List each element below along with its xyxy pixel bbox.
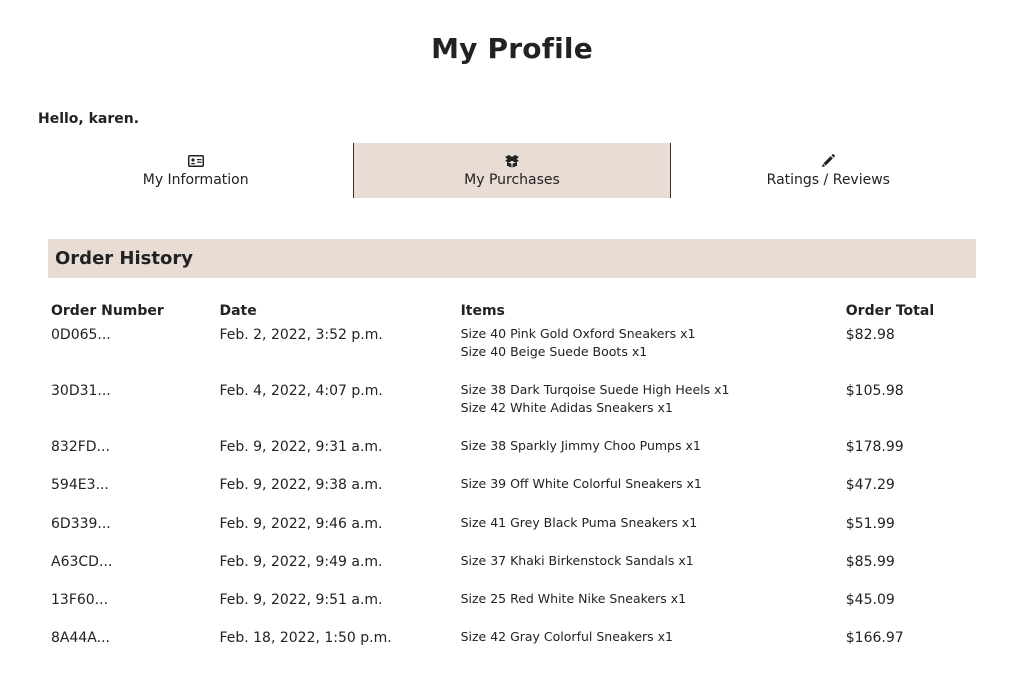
- table-row: 13F60... Feb. 9, 2022, 9:51 a.m. Size 25…: [48, 590, 976, 628]
- order-number-cell: 0D065...: [48, 325, 216, 381]
- order-total: $45.09: [845, 592, 895, 609]
- pencil-icon: [822, 153, 836, 167]
- tab-label: My Purchases: [464, 171, 560, 188]
- order-number-cell: 8A44A...: [48, 628, 216, 666]
- order-item: Size 39 Off White Colorful Sneakers x1: [460, 476, 702, 492]
- order-items-cell: Size 42 Gray Colorful Sneakers x1: [458, 628, 843, 666]
- table-row: 832FD... Feb. 9, 2022, 9:31 a.m. Size 38…: [48, 437, 976, 475]
- order-total-cell: $82.98: [843, 325, 976, 381]
- order-number: 594E3...: [51, 477, 109, 494]
- order-number: A63CD...: [51, 553, 113, 570]
- order-date-cell: Feb. 2, 2022, 3:52 p.m.: [216, 325, 457, 381]
- order-item: Size 38 Dark Turqoise Suede High Heels x…: [460, 382, 730, 397]
- order-date-cell: Feb. 4, 2022, 4:07 p.m.: [216, 381, 457, 437]
- order-total-cell: $178.99: [843, 437, 976, 475]
- order-item: Size 42 White Adidas Sneakers x1: [460, 400, 673, 415]
- tab-label: My Information: [142, 171, 249, 188]
- order-number: 0D065...: [51, 327, 111, 343]
- order-item: Size 42 Gray Colorful Sneakers x1: [460, 629, 674, 645]
- table-row: A63CD... Feb. 9, 2022, 9:49 a.m. Size 37…: [48, 552, 976, 590]
- order-total: $51.99: [845, 515, 895, 532]
- order-date-cell: Feb. 9, 2022, 9:46 a.m.: [216, 514, 457, 552]
- order-date: Feb. 9, 2022, 9:31 a.m.: [219, 439, 383, 455]
- column-header-items: Items: [460, 303, 505, 319]
- order-date: Feb. 9, 2022, 9:51 a.m.: [219, 592, 383, 609]
- order-total-cell: $51.99: [843, 514, 976, 552]
- order-total-cell: $166.97: [843, 628, 976, 666]
- order-history-table: Order Number Date Items Order Total 0D06…: [48, 303, 976, 667]
- tab-my-information[interactable]: My Information: [38, 143, 353, 198]
- order-number: 30D31...: [51, 383, 111, 399]
- order-date: Feb. 9, 2022, 9:38 a.m.: [219, 477, 383, 494]
- order-date-cell: Feb. 9, 2022, 9:38 a.m.: [216, 475, 457, 513]
- order-date-cell: Feb. 18, 2022, 1:50 p.m.: [216, 628, 457, 666]
- order-history-heading: Order History: [48, 239, 976, 278]
- order-total: $178.99: [845, 439, 904, 455]
- order-number-cell: 6D339...: [48, 514, 216, 552]
- order-items-cell: Size 41 Grey Black Puma Sneakers x1: [458, 514, 843, 552]
- order-total: $85.99: [845, 553, 895, 570]
- order-number-cell: A63CD...: [48, 552, 216, 590]
- order-date: Feb. 9, 2022, 9:49 a.m.: [219, 553, 383, 570]
- order-number: 6D339...: [51, 515, 111, 532]
- order-item: Size 38 Sparkly Jimmy Choo Pumps x1: [460, 438, 701, 453]
- order-item: Size 40 Pink Gold Oxford Sneakers x1: [460, 326, 696, 341]
- order-total-cell: $47.29: [843, 475, 976, 513]
- tab-label: Ratings / Reviews: [766, 171, 890, 188]
- order-number: 8A44A...: [51, 630, 110, 647]
- order-date: Feb. 4, 2022, 4:07 p.m.: [219, 383, 383, 399]
- column-header-order-total: Order Total: [845, 303, 935, 319]
- table-row: 594E3... Feb. 9, 2022, 9:38 a.m. Size 39…: [48, 475, 976, 513]
- order-date: Feb. 2, 2022, 3:52 p.m.: [219, 327, 383, 343]
- order-date-cell: Feb. 9, 2022, 9:51 a.m.: [216, 590, 457, 628]
- order-item: Size 37 Khaki Birkenstock Sandals x1: [460, 552, 694, 568]
- order-total-cell: $45.09: [843, 590, 976, 628]
- order-date: Feb. 9, 2022, 9:46 a.m.: [219, 515, 383, 532]
- order-total-cell: $105.98: [843, 381, 976, 437]
- tab-ratings-reviews[interactable]: Ratings / Reviews: [671, 143, 986, 198]
- order-items-cell: Size 39 Off White Colorful Sneakers x1: [458, 475, 843, 513]
- table-row: 0D065... Feb. 2, 2022, 3:52 p.m. Size 40…: [48, 325, 976, 381]
- order-item: Size 41 Grey Black Puma Sneakers x1: [460, 514, 698, 530]
- page-title: My Profile: [431, 32, 593, 65]
- order-items-cell: Size 37 Khaki Birkenstock Sandals x1: [458, 552, 843, 590]
- order-items-cell: Size 25 Red White Nike Sneakers x1: [458, 590, 843, 628]
- table-row: 30D31... Feb. 4, 2022, 4:07 p.m. Size 38…: [48, 381, 976, 437]
- order-date: Feb. 18, 2022, 1:50 p.m.: [219, 630, 392, 647]
- box-icon: [504, 154, 519, 167]
- order-total-cell: $85.99: [843, 552, 976, 590]
- table-row: 8A44A... Feb. 18, 2022, 1:50 p.m. Size 4…: [48, 628, 976, 666]
- profile-tabs: My Information My Purchases Ratings / Re…: [38, 143, 986, 198]
- order-item: Size 40 Beige Suede Boots x1: [460, 344, 648, 359]
- order-number-cell: 832FD...: [48, 437, 216, 475]
- table-row: 6D339... Feb. 9, 2022, 9:46 a.m. Size 41…: [48, 514, 976, 552]
- order-total: $166.97: [845, 630, 904, 647]
- column-header-date: Date: [219, 303, 257, 319]
- order-number: 13F60...: [51, 592, 109, 609]
- order-number-cell: 13F60...: [48, 590, 216, 628]
- order-items-cell: Size 38 Sparkly Jimmy Choo Pumps x1: [458, 437, 843, 475]
- order-total: $82.98: [845, 327, 895, 343]
- order-total: $47.29: [845, 477, 895, 494]
- order-items-cell: Size 40 Pink Gold Oxford Sneakers x1 Siz…: [458, 325, 843, 381]
- order-item: Size 25 Red White Nike Sneakers x1: [460, 591, 687, 607]
- greeting-text: Hello, karen.: [38, 111, 140, 127]
- id-card-icon: [187, 154, 204, 167]
- tab-my-purchases[interactable]: My Purchases: [353, 143, 671, 198]
- order-date-cell: Feb. 9, 2022, 9:31 a.m.: [216, 437, 457, 475]
- order-number-cell: 594E3...: [48, 475, 216, 513]
- order-number-cell: 30D31...: [48, 381, 216, 437]
- order-items-cell: Size 38 Dark Turqoise Suede High Heels x…: [458, 381, 843, 437]
- order-number: 832FD...: [51, 439, 110, 455]
- table-header-row: Order Number Date Items Order Total: [48, 303, 976, 325]
- column-header-order-number: Order Number: [51, 303, 164, 319]
- order-total: $105.98: [845, 383, 904, 399]
- order-date-cell: Feb. 9, 2022, 9:49 a.m.: [216, 552, 457, 590]
